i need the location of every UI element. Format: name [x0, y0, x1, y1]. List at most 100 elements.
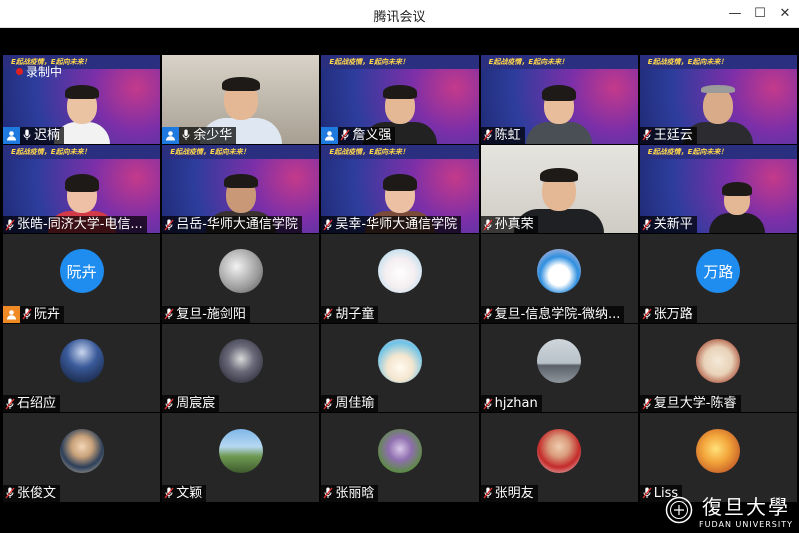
participant-tile[interactable]: 张俊文 — [3, 413, 161, 502]
participant-name: 张明友 — [494, 485, 534, 501]
recording-label: 录制中 — [26, 65, 63, 79]
microphone-muted-icon — [321, 485, 335, 502]
participant-name: 詹义强 — [352, 127, 392, 143]
participant-namebar: 胡子童 — [321, 305, 379, 323]
avatar — [59, 339, 104, 383]
microphone-muted-icon — [162, 395, 176, 412]
participant-namebar: 阮卉 — [3, 305, 65, 323]
participant-name: 孙真荣 — [494, 217, 534, 233]
microphone-muted-icon — [640, 485, 654, 502]
participant-name: 阮卉 — [34, 306, 61, 322]
participant-tile[interactable]: 余少华 — [162, 55, 320, 144]
avatar: 阮卉 — [59, 249, 104, 294]
participant-video-figure — [709, 182, 766, 234]
microphone-muted-icon — [640, 216, 654, 233]
participant-tile[interactable]: 张明友 — [480, 413, 638, 502]
microphone-muted-icon — [321, 395, 335, 412]
participant-name: 吕岳-华师大通信学院 — [176, 217, 298, 233]
participant-tile[interactable]: E起战疫情，E起向未来！ 吕岳-华师大通信学院 — [162, 144, 320, 234]
participant-grid: E起战疫情，E起向未来！ 录制中 迟楠 余少华 E起战疫情，E起向未来！ 詹义强 — [3, 55, 797, 502]
microphone-icon — [20, 127, 34, 144]
banner-text: E起战疫情，E起向未来！ — [647, 147, 728, 156]
participant-tile[interactable]: 文颖 — [162, 413, 320, 502]
participant-namebar: 张俊文 — [3, 484, 61, 502]
participant-tile[interactable]: E起战疫情，E起向未来！ 詹义强 — [321, 55, 479, 144]
close-button[interactable]: ✕ — [774, 4, 796, 24]
event-banner: E起战疫情，E起向未来！ — [639, 144, 797, 159]
participant-name: 关新平 — [653, 217, 693, 233]
banner-text: E起战疫情，E起向未来！ — [329, 147, 409, 156]
participant-name: 吴幸-华师大通信学院 — [335, 217, 458, 233]
participant-tile[interactable]: Liss — [639, 413, 797, 502]
participant-namebar: 关新平 — [639, 216, 697, 234]
banner-text: E起战疫情，E起向未来！ — [11, 147, 91, 156]
participant-namebar: 吕岳-华师大通信学院 — [162, 216, 302, 234]
participant-tile[interactable]: 周宸宸 — [162, 323, 320, 413]
avatar — [537, 339, 582, 383]
banner-text: E起战疫情，E起向未来！ — [647, 58, 728, 66]
maximize-button[interactable]: ☐ — [749, 4, 771, 24]
participant-tile[interactable]: E起战疫情，E起向未来！ 王廷云 — [639, 55, 797, 144]
participant-tile[interactable]: 周佳瑜 — [321, 323, 479, 413]
participant-tile[interactable]: 阮卉 阮卉 — [3, 234, 161, 323]
microphone-muted-icon — [481, 395, 495, 412]
microphone-muted-icon — [481, 127, 495, 144]
participant-name: 文颖 — [176, 485, 203, 501]
participant-tile[interactable]: 复旦-施剑阳 — [162, 234, 320, 323]
participant-tile[interactable]: E起战疫情，E起向未来！ 陈虹 — [480, 55, 638, 144]
participant-namebar: 陈虹 — [480, 126, 525, 144]
participant-namebar: 张明友 — [480, 484, 538, 502]
microphone-muted-icon — [3, 485, 17, 502]
participant-tile[interactable]: E起战疫情，E起向未来！ 录制中 迟楠 — [3, 55, 161, 144]
record-dot-icon — [16, 68, 23, 75]
participant-name: 张万路 — [653, 306, 693, 322]
microphone-muted-icon — [338, 127, 352, 144]
participant-namebar: hjzhan — [480, 395, 542, 413]
participant-tile[interactable]: E起战疫情，E起向未来！ 张皓-同济大学-电信... — [3, 144, 161, 234]
participant-namebar: 余少华 — [162, 126, 237, 144]
minimize-button[interactable]: — — [724, 4, 746, 24]
participant-tile[interactable]: 张丽晗 — [321, 413, 479, 502]
logo-english-text: FUDAN UNIVERSITY — [699, 520, 793, 529]
avatar — [537, 249, 582, 294]
user-icon — [3, 305, 20, 323]
participant-tile[interactable]: E起战疫情，E起向未来！ 关新平 — [639, 144, 797, 234]
avatar — [218, 249, 263, 294]
host-user-icon — [162, 126, 180, 144]
microphone-muted-icon — [640, 395, 654, 412]
participant-name: 张俊文 — [17, 485, 57, 501]
fudan-logo: 復旦大學 FUDAN UNIVERSITY — [665, 491, 793, 529]
participant-tile[interactable]: 复旦-信息学院-微纳... — [480, 234, 638, 323]
participant-name: 周宸宸 — [176, 396, 216, 412]
participant-tile[interactable]: 复旦大学-陈睿 — [639, 323, 797, 413]
participant-tile[interactable]: 石绍应 — [3, 323, 161, 413]
participant-tile[interactable]: 胡子童 — [321, 234, 479, 323]
participant-tile[interactable]: E起战疫情，E起向未来！ 吴幸-华师大通信学院 — [321, 144, 479, 234]
banner-text: E起战疫情，E起向未来！ — [488, 58, 569, 66]
participant-namebar: 王廷云 — [639, 126, 697, 144]
participant-namebar: 周佳瑜 — [321, 395, 379, 413]
participant-name: 胡子童 — [335, 306, 375, 322]
microphone-icon — [179, 127, 193, 144]
microphone-muted-icon — [20, 306, 34, 323]
event-banner: E起战疫情，E起向未来！ — [639, 55, 797, 69]
avatar — [377, 249, 422, 294]
microphone-muted-icon — [481, 485, 495, 502]
avatar — [218, 428, 263, 473]
event-banner: E起战疫情，E起向未来！ — [3, 144, 161, 159]
event-banner: E起战疫情，E起向未来！ — [321, 55, 479, 69]
participant-name: 周佳瑜 — [335, 396, 375, 412]
microphone-muted-icon — [162, 485, 176, 502]
participant-tile[interactable]: hjzhan — [480, 323, 638, 413]
event-banner: E起战疫情，E起向未来！ — [321, 144, 479, 159]
participant-name: 迟楠 — [34, 127, 61, 143]
logo-chinese-text: 復旦大學 — [702, 495, 790, 519]
participant-tile[interactable]: 孙真荣 — [480, 144, 638, 234]
participant-namebar: 张皓-同济大学-电信... — [3, 216, 147, 234]
microphone-muted-icon — [3, 216, 17, 233]
participant-namebar: 孙真荣 — [480, 216, 538, 234]
participant-namebar: 石绍应 — [3, 395, 61, 413]
participant-tile[interactable]: 万路 张万路 — [639, 234, 797, 323]
participant-name: 张皓-同济大学-电信... — [17, 217, 143, 233]
participant-name: 复旦大学-陈睿 — [653, 396, 737, 412]
